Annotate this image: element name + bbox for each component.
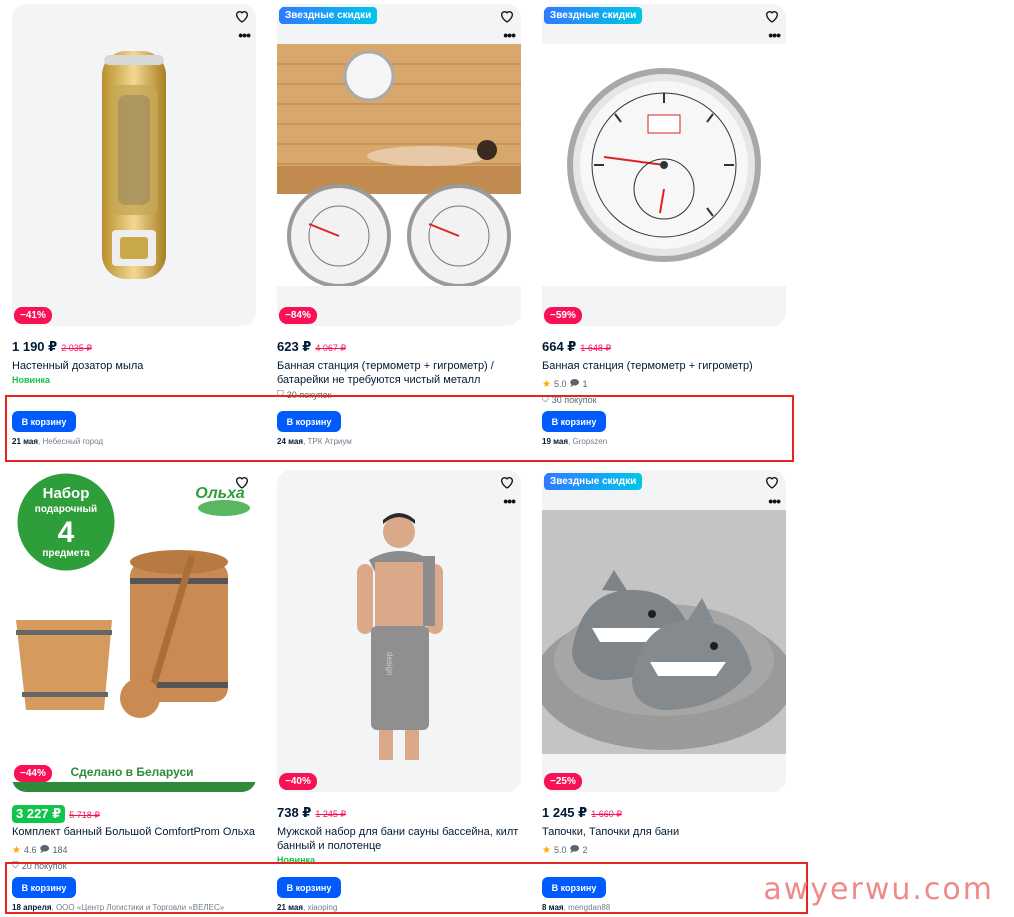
price: 664 ₽ — [542, 339, 577, 354]
heart-icon[interactable] — [499, 474, 515, 490]
old-price: 1 648 ₽ — [580, 343, 612, 353]
promo-badge: Звездные скидки — [544, 7, 643, 24]
svg-text:Сделано в Беларуси: Сделано в Беларуси — [70, 765, 193, 779]
product-image[interactable]: ••• design −40% — [277, 470, 521, 792]
product-image[interactable]: Набор подарочный 4 предмета Ольха Сделан… — [12, 470, 256, 792]
more-options-icon[interactable]: ••• — [768, 494, 781, 508]
old-price: 5 718 ₽ — [69, 810, 100, 820]
product-card[interactable]: Звездные скидки ••• −84% 623 ₽ 4 067 ₽ Б… — [277, 4, 521, 400]
product-image[interactable]: Звездные скидки ••• −25% — [542, 470, 786, 792]
star-icon: ★ — [542, 378, 551, 390]
product-image[interactable]: ••• −41% — [12, 4, 256, 326]
svg-text:предмета: предмета — [42, 548, 90, 559]
old-price: 4 067 ₽ — [315, 343, 347, 353]
highlight-frame — [5, 395, 794, 462]
heart-icon[interactable] — [764, 8, 780, 24]
svg-text:Набор: Набор — [43, 485, 90, 502]
discount-badge: −84% — [279, 307, 317, 324]
discount-badge: −59% — [544, 307, 582, 324]
rating-row[interactable]: ★ 4.6 🗩 184 — [12, 842, 256, 858]
svg-text:Ольха: Ольха — [195, 485, 245, 502]
heart-icon[interactable] — [234, 8, 250, 24]
svg-text:подарочный: подарочный — [35, 504, 97, 515]
price: 1 190 ₽ — [12, 339, 58, 354]
towel-kilt-image: design — [357, 513, 443, 760]
price: 623 ₽ — [277, 339, 312, 354]
product-image[interactable]: Звездные скидки ••• −84% — [277, 4, 521, 326]
new-badge: Новинка — [12, 375, 51, 385]
old-price: 1 660 ₽ — [591, 809, 622, 819]
comment-icon: 🗩 — [569, 378, 580, 388]
thermometer-image — [567, 68, 761, 262]
promo-badge: Звездные скидки — [279, 7, 378, 24]
product-title[interactable]: Настенный дозатор мыла — [12, 359, 256, 373]
shark-slippers-image — [542, 510, 786, 754]
reviews-count: 1 — [582, 379, 588, 389]
comment-icon: 🗩 — [569, 844, 580, 854]
star-icon: ★ — [12, 844, 21, 856]
rating-row[interactable]: ★ 5.0 🗩 2 — [542, 842, 786, 858]
svg-text:4: 4 — [58, 516, 75, 549]
product-card[interactable]: Набор подарочный 4 предмета Ольха Сделан… — [12, 470, 256, 871]
product-card[interactable]: Звездные скидки ••• −25% 1 245 ₽ 1 660 ₽… — [542, 470, 786, 858]
discount-badge: −40% — [279, 773, 317, 790]
rating-value: 5.0 — [553, 379, 567, 389]
product-card[interactable]: ••• design −40% 738 ₽ 1 245 ₽ Мужской на… — [277, 470, 521, 865]
reviews-count: 184 — [52, 845, 68, 855]
watermark: awyerwu.com — [763, 872, 994, 907]
more-options-icon[interactable]: ••• — [503, 28, 516, 42]
product-image[interactable]: Звездные скидки ••• −59% — [542, 4, 786, 326]
price: 738 ₽ — [277, 805, 312, 820]
comment-icon: 🗩 — [39, 844, 50, 854]
soap-dispenser-image — [102, 51, 166, 279]
more-options-icon[interactable]: ••• — [503, 494, 516, 508]
discount-badge: −25% — [544, 773, 582, 790]
heart-icon[interactable] — [499, 8, 515, 24]
reviews-count: 2 — [582, 845, 588, 855]
rating-value: 5.0 — [553, 845, 567, 855]
discount-badge: −41% — [14, 307, 52, 324]
sauna-station-image — [277, 44, 521, 286]
price: 1 245 ₽ — [542, 805, 588, 820]
bath-set-image: Набор подарочный 4 предмета Ольха Сделан… — [12, 470, 256, 792]
product-title[interactable]: Банная станция (термометр + гигрометр) — [542, 359, 786, 373]
highlight-frame — [5, 862, 808, 914]
rating-value: 4.6 — [23, 845, 37, 855]
product-title[interactable]: Мужской набор для бани сауны бассейна, к… — [277, 825, 521, 853]
old-price: 1 245 ₽ — [315, 809, 347, 819]
more-options-icon[interactable]: ••• — [768, 28, 781, 42]
price: 3 227 ₽ — [12, 805, 66, 823]
heart-icon[interactable] — [764, 474, 780, 490]
promo-badge: Звездные скидки — [544, 473, 643, 490]
discount-badge: −44% — [14, 765, 52, 782]
star-icon: ★ — [542, 844, 551, 856]
rating-row[interactable]: ★ 5.0 🗩 1 — [542, 376, 786, 392]
product-title[interactable]: Банная станция (термометр + гигрометр) /… — [277, 359, 521, 387]
product-card[interactable]: Звездные скидки ••• −59% 664 ₽ 1 648 ₽ Б… — [542, 4, 786, 405]
product-title[interactable]: Тапочки, Тапочки для бани — [542, 825, 786, 839]
more-options-icon[interactable]: ••• — [238, 28, 251, 42]
product-title[interactable]: Комплект банный Большой ComfortProm Ольх… — [12, 825, 256, 839]
product-card[interactable]: ••• −41% 1 190 ₽ 2 035 ₽ Настенный дозат… — [12, 4, 256, 385]
old-price: 2 035 ₽ — [61, 343, 92, 353]
svg-text:design: design — [385, 652, 394, 676]
